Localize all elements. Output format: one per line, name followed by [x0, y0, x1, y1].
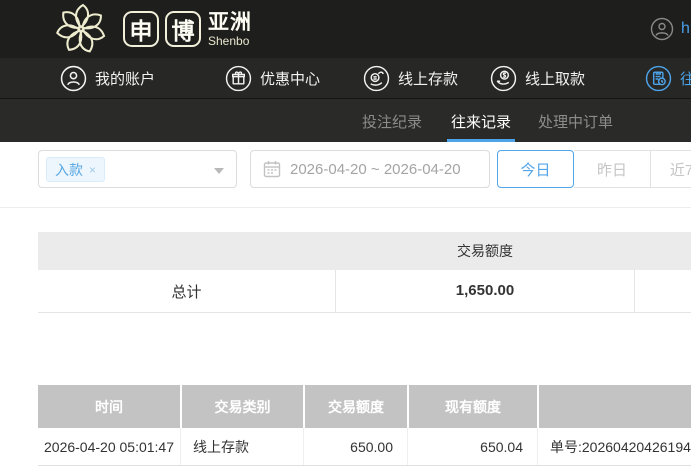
col-header-balance: 现有额度 — [407, 385, 537, 428]
today-button[interactable]: 今日 — [497, 150, 574, 188]
nav-label: 线上取款 — [525, 70, 586, 88]
tab-label: 处理中订单 — [538, 113, 614, 131]
tab-transaction-records[interactable]: 往来记录 — [446, 99, 516, 143]
cell-amount: 650.00 — [303, 428, 407, 465]
total-label: 总计 — [171, 283, 202, 301]
tab-label: 往来记录 — [451, 113, 512, 131]
cell-time: 2026-04-20 05:01:47 — [44, 438, 174, 455]
tab-betting-records[interactable]: 投注纪录 — [362, 99, 422, 143]
nav-item-online-deposit[interactable]: 线上存款 — [363, 58, 458, 98]
nav-label: 线上存款 — [398, 70, 459, 88]
tag-label: 入款 — [55, 161, 83, 178]
calendar-icon — [263, 161, 281, 178]
main-nav: 我的账户 优惠中心 线上存款 线上取款 往 — [0, 58, 691, 98]
cell-type: 线上存款 — [180, 428, 303, 465]
flower-logo-icon — [56, 3, 106, 53]
date-range-input[interactable]: 2026-04-20 ~ 2026-04-20 — [250, 150, 490, 188]
user-icon — [60, 65, 87, 91]
username-text: h — [681, 20, 690, 37]
records-clock-icon — [645, 65, 672, 91]
nav-item-my-account[interactable]: 我的账户 — [60, 58, 155, 98]
logo-subtitle: Shenbo — [208, 33, 250, 48]
transaction-type-select[interactable]: 入款 × — [38, 150, 237, 188]
col-header-time: 时间 — [38, 385, 180, 428]
gift-icon — [225, 65, 252, 91]
col-header-memo: 摘要 — [537, 385, 691, 428]
cell-memo: 单号:202604204261944 — [537, 428, 691, 465]
top-header: 申 博 亚洲 Shenbo h — [0, 0, 691, 58]
filter-bar: 入款 × 2026-04-20 ~ 2026-04-20 今日 昨日 近7日 — [0, 142, 691, 208]
logo-char-shen: 申 — [123, 11, 159, 47]
user-account[interactable]: h — [650, 17, 690, 41]
table-row: 2026-04-20 05:01:47 线上存款 650.00 650.04 单… — [38, 428, 691, 466]
selected-type-tag: 入款 × — [46, 157, 106, 182]
summary-header-row: 交易额度 — [38, 232, 691, 270]
logo-region-text: 亚洲 — [208, 10, 252, 34]
nav-label: 我的账户 — [95, 70, 156, 88]
logo-char-bo: 博 — [165, 11, 201, 47]
last-7-days-button[interactable]: 近7日 — [651, 150, 691, 188]
nav-item-transaction-records[interactable]: 往来记录 — [645, 58, 691, 98]
col-header-amount: 交易额度 — [303, 385, 407, 428]
nav-item-online-withdrawal[interactable]: 线上取款 — [490, 58, 585, 98]
nav-item-promotions[interactable]: 优惠中心 — [225, 58, 320, 98]
record-tabs: 投注纪录 往来记录 处理中订单 — [0, 98, 691, 143]
summary-total-row: 总计 1,650.00 — [38, 270, 691, 313]
tab-processing-orders[interactable]: 处理中订单 — [538, 99, 613, 143]
quick-date-buttons: 今日 昨日 近7日 — [497, 150, 691, 188]
date-range-value: 2026-04-20 ~ 2026-04-20 — [290, 160, 461, 178]
records-table: 时间 交易类别 交易额度 现有额度 摘要 2026-04-20 05:01:47… — [38, 385, 691, 466]
nav-label: 优惠中心 — [260, 70, 321, 88]
brand-logo[interactable]: 申 博 亚洲 Shenbo — [55, 3, 252, 55]
summary-table: 交易额度 总计 1,650.00 — [38, 232, 691, 313]
coin-hand-icon — [363, 65, 390, 91]
chevron-down-icon — [214, 168, 224, 174]
yesterday-button[interactable]: 昨日 — [574, 150, 651, 188]
records-header-row: 时间 交易类别 交易额度 现有额度 摘要 — [38, 385, 691, 428]
avatar-icon — [650, 17, 674, 41]
page: 申 博 亚洲 Shenbo h 我的账户 优惠中心 线上存款 线上取款 往 投注… — [0, 0, 691, 467]
total-amount: 1,650.00 — [335, 270, 635, 312]
tab-label: 投注纪录 — [362, 113, 423, 131]
summary-header-amount: 交易额度 — [457, 243, 513, 259]
nav-label: 往来记录 — [680, 70, 691, 88]
cell-balance: 650.04 — [407, 428, 537, 465]
money-hand-icon — [490, 65, 517, 91]
col-header-type: 交易类别 — [180, 385, 303, 428]
tag-close-icon[interactable]: × — [89, 163, 96, 177]
